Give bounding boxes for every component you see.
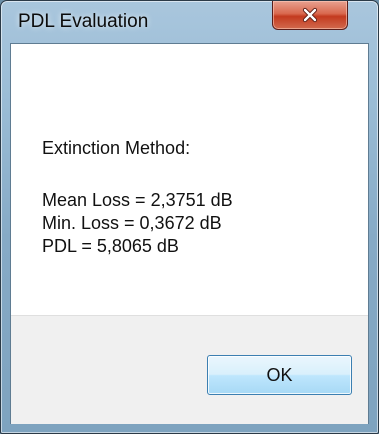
title-bar[interactable]: PDL Evaluation (1, 1, 378, 43)
close-icon (302, 7, 318, 23)
pdl-text: PDL = 5,8065 dB (42, 236, 179, 256)
ok-button[interactable]: OK (207, 355, 352, 395)
close-button[interactable] (272, 1, 348, 30)
button-bar: OK (11, 315, 368, 424)
dialog-client-area: Extinction Method: Mean Loss = 2,3751 dB… (10, 43, 369, 424)
dialog-window: PDL Evaluation Extinction Method: Mean L… (0, 0, 379, 434)
message-area: Extinction Method: Mean Loss = 2,3751 dB… (11, 44, 368, 315)
window-title: PDL Evaluation (18, 11, 149, 32)
mean-loss-text: Mean Loss = 2,3751 dB (42, 190, 233, 210)
method-heading: Extinction Method: (42, 138, 191, 158)
min-loss-text: Min. Loss = 0,3672 dB (42, 213, 222, 233)
